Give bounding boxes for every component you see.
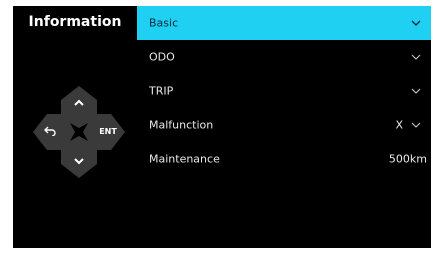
back-arrow-icon	[44, 126, 56, 136]
menu-item-malfunction[interactable]: Malfunction X	[137, 108, 431, 142]
maintenance-distance: 500km	[388, 152, 427, 166]
chevron-down-icon	[74, 158, 84, 165]
back-button[interactable]	[35, 118, 65, 144]
menu-item-label: ODO	[149, 50, 175, 64]
menu-item-label: TRIP	[149, 84, 174, 98]
menu-item-label: Malfunction	[149, 118, 214, 132]
chevron-down-icon	[411, 54, 421, 60]
menu-item-label: Maintenance	[149, 152, 220, 166]
chevron-down-icon	[411, 122, 421, 128]
enter-button[interactable]: ENT	[91, 118, 125, 144]
menu-item-basic[interactable]: Basic	[137, 6, 431, 40]
down-button[interactable]	[64, 148, 94, 174]
malfunction-status: X	[395, 118, 403, 132]
info-screen: Information ENT Basic ODO TRIP Malfuncti…	[13, 6, 431, 248]
chevron-down-icon	[411, 20, 421, 26]
menu-item-trip[interactable]: TRIP	[137, 74, 431, 108]
menu-item-maintenance[interactable]: Maintenance 500km	[137, 142, 431, 176]
chevron-up-icon	[74, 99, 84, 106]
info-menu: Basic ODO TRIP Malfunction X Maintenance…	[137, 6, 431, 176]
page-title: Information	[28, 14, 122, 30]
menu-item-label: Basic	[149, 16, 179, 30]
menu-item-odo[interactable]: ODO	[137, 40, 431, 74]
up-button[interactable]	[64, 90, 94, 116]
chevron-down-icon	[411, 88, 421, 94]
dpad: ENT	[29, 82, 129, 182]
